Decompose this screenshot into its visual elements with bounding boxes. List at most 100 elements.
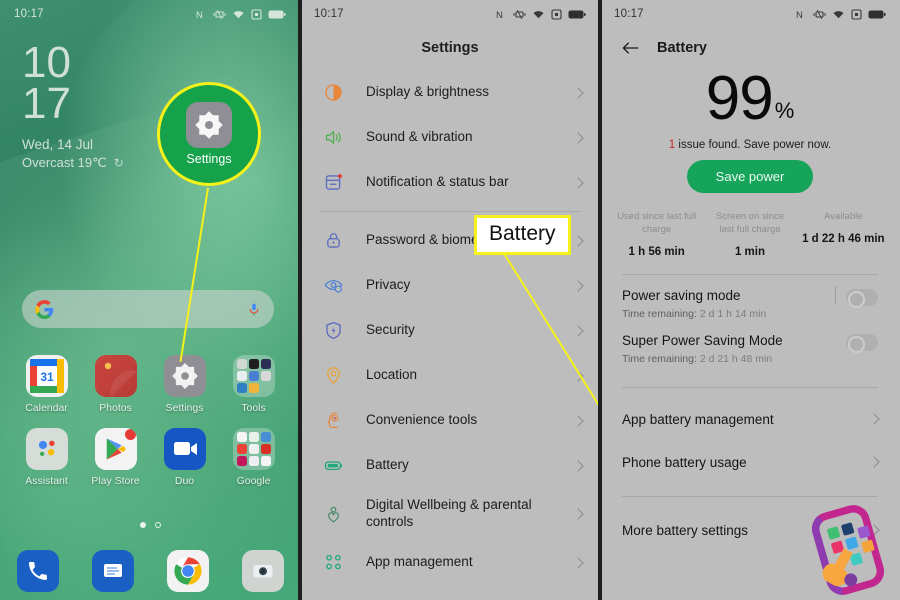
issue-message: issue found. Save power now. (675, 138, 832, 151)
speaker-icon (320, 125, 346, 151)
page-dot-active[interactable] (139, 522, 146, 528)
settings-item-convenience[interactable]: Convenience tools (300, 398, 600, 443)
settings-item-notification[interactable]: Notification & status bar (300, 160, 600, 205)
settings-item-label: Battery (366, 457, 409, 473)
status-bar-clock: 10:17 (314, 8, 344, 20)
link-label: Phone battery usage (622, 454, 747, 470)
chevron-right-icon (572, 508, 584, 520)
chevron-right-icon (572, 176, 584, 189)
microphone-icon[interactable] (247, 300, 261, 319)
app-tools-folder[interactable]: Tools (219, 355, 288, 414)
save-power-button[interactable]: Save power (687, 159, 813, 193)
google-folder-icon (232, 428, 275, 470)
chevron-right-icon (572, 86, 584, 99)
settings-item-label: Notification & status bar (366, 174, 509, 190)
app-google-folder[interactable]: Google (219, 428, 288, 487)
settings-item-privacy[interactable]: Privacy (300, 263, 600, 308)
mode-subtitle: Time remaining: 2 d 1 h 14 min (622, 308, 878, 320)
app-label: Assistant (25, 475, 68, 487)
app-calendar[interactable]: 31 Calendar (12, 355, 81, 414)
power-saving-mode-row[interactable]: Power saving mode Time remaining: 2 d 1 … (600, 275, 900, 320)
status-bar-icons: N (796, 8, 886, 20)
battery-stat: Used since last full charge 1 h 56 min (610, 211, 703, 258)
vibrate-icon (513, 9, 526, 19)
lock-icon (320, 228, 346, 254)
duo-icon (163, 428, 206, 470)
battery-callout-label: Battery (474, 215, 571, 255)
dock (0, 542, 300, 600)
settings-highlight[interactable]: Settings (157, 82, 261, 186)
app-duo[interactable]: Duo (150, 428, 219, 487)
mode-subtitle: Time remaining: 2 d 21 h 48 min (622, 353, 878, 365)
chevron-right-icon (572, 279, 584, 292)
screenshot-stage: 10:17 N 10 17 Wed, 14 Jul Overcast 19℃ ↻ (0, 0, 900, 600)
settings-item-sound[interactable]: Sound & vibration (300, 115, 600, 160)
settings-item-battery[interactable]: Battery (300, 443, 600, 488)
stat-value: 1 min (734, 245, 766, 258)
settings-item-label: App management (366, 554, 473, 570)
battery-percent-value: 99 (705, 64, 774, 133)
shield-icon (320, 318, 346, 344)
super-power-saving-mode-toggle[interactable] (846, 333, 878, 353)
status-bar-clock: 10:17 (614, 8, 644, 20)
wifi-icon (833, 10, 844, 18)
google-search-bar[interactable] (22, 290, 274, 328)
stat-label: Used since last full charge (617, 210, 697, 235)
chevron-right-icon (572, 459, 584, 472)
super-power-saving-mode-row[interactable]: Super Power Saving Mode Time remaining: … (600, 320, 900, 365)
vibrate-icon (213, 9, 226, 19)
convenience-head-icon (320, 408, 346, 434)
stat-label: Available (824, 210, 863, 222)
settings-item-location[interactable]: Location (300, 353, 600, 398)
privacy-eye-icon (320, 273, 346, 299)
page-indicator (0, 522, 300, 528)
notification-badge (124, 429, 136, 440)
camera-icon[interactable] (241, 550, 284, 592)
power-saving-mode-toggle[interactable] (846, 288, 878, 308)
screen-record-icon (251, 8, 262, 20)
page-dot[interactable] (154, 522, 161, 528)
clock-hours: 10 (22, 38, 71, 87)
battery-icon (868, 10, 886, 18)
chevron-right-icon (572, 234, 584, 247)
battery-icon (320, 453, 346, 479)
svg-text:N: N (196, 10, 203, 20)
stat-value: 1 h 56 min (628, 245, 685, 258)
stat-label: Screen on since last full charge (715, 210, 785, 235)
settings-item-app-management[interactable]: App management (300, 540, 600, 585)
settings-item-wellbeing[interactable]: Digital Wellbeing & parental controls (300, 488, 600, 540)
chevron-right-icon (572, 556, 584, 569)
app-photos[interactable]: Photos (81, 355, 150, 414)
settings-item-label: Privacy (366, 277, 411, 293)
phone-icon[interactable] (16, 550, 59, 592)
settings-item-display[interactable]: Display & brightness (300, 70, 600, 115)
weather-text: Overcast 19℃ (22, 154, 107, 170)
app-play-store[interactable]: Play Store (81, 428, 150, 487)
settings-panel: 10:17 N Settings Display & brightness So… (300, 0, 600, 600)
refresh-icon[interactable]: ↻ (114, 156, 124, 170)
app-assistant[interactable]: Assistant (12, 428, 81, 487)
battery-percent-display: 99 % (600, 64, 900, 133)
app-battery-management-row[interactable]: App battery management (600, 398, 900, 441)
screen-record-icon (851, 8, 862, 20)
wifi-icon (233, 10, 244, 18)
phone-battery-usage-row[interactable]: Phone battery usage (600, 441, 900, 484)
battery-issue-text: 1 issue found. Save power now. (600, 139, 900, 151)
status-bar-clock: 10:17 (14, 8, 44, 20)
settings-item-security[interactable]: Security (300, 308, 600, 353)
battery-panel: 10:17 N Battery 99 % 1 issue found. Save… (600, 0, 900, 600)
settings-item-label: Digital Wellbeing & parental controls (366, 497, 532, 529)
back-arrow-icon[interactable] (622, 41, 639, 55)
app-settings[interactable]: Settings (150, 355, 219, 414)
mode-title: Power saving mode (622, 287, 741, 303)
settings-icon (186, 102, 232, 148)
nfc-icon: N (496, 10, 503, 20)
chrome-icon[interactable] (166, 550, 209, 592)
assistant-icon (25, 428, 68, 470)
page-title: Battery (657, 40, 707, 56)
messages-icon[interactable] (91, 550, 134, 592)
app-label: Play Store (91, 475, 140, 487)
battery-stat: Screen on since last full charge 1 min (703, 211, 796, 258)
svg-text:31: 31 (40, 370, 54, 384)
nfc-icon: N (796, 10, 803, 20)
